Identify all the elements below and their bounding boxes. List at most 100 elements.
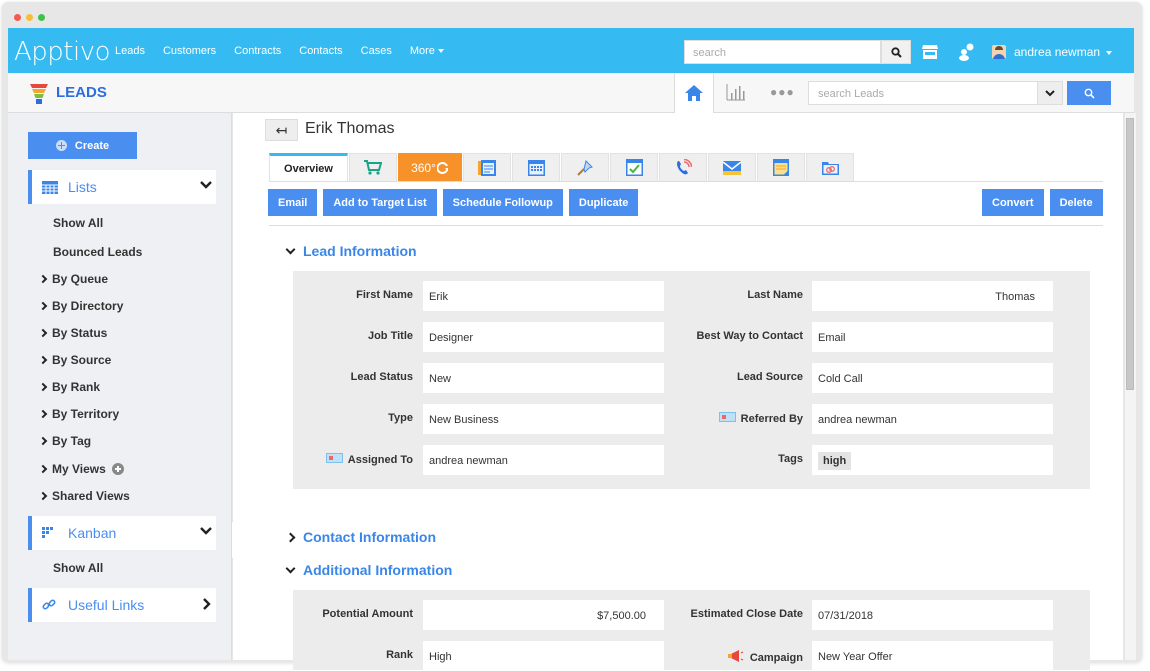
apptivo-logo[interactable]: Apptivo: [14, 37, 111, 67]
chevron-right-icon: [285, 532, 296, 542]
back-button[interactable]: ↤: [265, 119, 298, 141]
schedule-followup-button[interactable]: Schedule Followup: [442, 189, 563, 216]
notes-icon: [478, 159, 496, 176]
home-icon: [685, 85, 703, 101]
app-title: LEADS: [56, 84, 107, 101]
minimize-window-button[interactable]: [26, 14, 33, 21]
tab-notes[interactable]: [463, 153, 511, 181]
sidebar-group-by-status[interactable]: By Status: [38, 326, 108, 340]
nav-contracts[interactable]: Contracts: [234, 45, 281, 57]
add-view-icon[interactable]: [111, 463, 124, 475]
create-label: Create: [74, 139, 110, 152]
field-label: Campaign: [749, 652, 803, 664]
field-value[interactable]: andrea newman: [812, 404, 1053, 434]
sidebar-section-useful-links[interactable]: Useful Links: [28, 588, 216, 622]
convert-button[interactable]: Convert: [982, 189, 1044, 216]
nav-contacts[interactable]: Contacts: [299, 45, 342, 57]
sidebar-group-by-source[interactable]: By Source: [38, 353, 111, 367]
nav-more[interactable]: More: [410, 45, 444, 57]
kanban-label: Kanban: [68, 525, 117, 541]
field-value[interactable]: High: [423, 641, 664, 671]
tab-cart[interactable]: [349, 153, 397, 181]
tab-calls[interactable]: [659, 153, 707, 181]
sidebar-group-by-queue[interactable]: By Queue: [38, 272, 108, 286]
calendar-icon: [527, 159, 545, 176]
search-filter-dropdown[interactable]: [1037, 81, 1063, 105]
sidebar-section-lists[interactable]: Lists: [28, 170, 216, 204]
maximize-window-button[interactable]: [38, 14, 45, 21]
sidebar-item-bounced-leads[interactable]: Bounced Leads: [53, 245, 142, 259]
create-button[interactable]: Create: [28, 132, 137, 159]
delete-button[interactable]: Delete: [1049, 189, 1103, 216]
sidebar-item-kanban-show-all[interactable]: Show All: [53, 561, 103, 575]
field-value[interactable]: Email: [812, 322, 1053, 352]
section-lead-information[interactable]: Lead Information: [285, 243, 417, 259]
tab-tasks[interactable]: [610, 153, 658, 181]
pin-icon: [577, 159, 593, 176]
duplicate-button[interactable]: Duplicate: [568, 189, 639, 216]
field-value[interactable]: New Year Offer: [812, 641, 1053, 671]
field-label-wrap: Assigned To: [293, 453, 413, 466]
nav-cases[interactable]: Cases: [361, 45, 392, 57]
field-label: Last Name: [747, 289, 803, 301]
global-search-button[interactable]: [881, 40, 911, 64]
section-additional-information[interactable]: Additional Information: [285, 562, 452, 578]
field-value[interactable]: Erik: [423, 281, 664, 311]
chevron-right-icon: [38, 382, 48, 392]
tag-badge[interactable]: high: [818, 452, 852, 470]
more-dots-icon[interactable]: ●●●: [770, 85, 795, 99]
email-button[interactable]: Email: [268, 189, 318, 216]
sidebar-group-shared-views[interactable]: Shared Views: [38, 489, 130, 503]
field-value[interactable]: andrea newman: [423, 445, 664, 475]
sidebar-group-by-directory[interactable]: By Directory: [38, 299, 123, 313]
tab-sticky-notes[interactable]: [757, 153, 805, 181]
field-label: Tags: [778, 453, 803, 465]
leads-search-button[interactable]: [1067, 81, 1111, 105]
leads-search-input[interactable]: search Leads: [808, 81, 1038, 105]
field-value[interactable]: Thomas: [812, 281, 1053, 311]
user-menu[interactable]: andrea newman: [1014, 45, 1113, 59]
sidebar-group-by-tag[interactable]: By Tag: [38, 434, 91, 448]
chevron-down-icon: [285, 563, 296, 573]
contact-card-icon[interactable]: [718, 412, 736, 422]
people-icon[interactable]: [958, 43, 974, 61]
nav-leads[interactable]: Leads: [115, 45, 145, 57]
tab-emails[interactable]: [708, 153, 756, 181]
sidebar-group-by-rank[interactable]: By Rank: [38, 380, 100, 394]
chevron-right-icon: [38, 491, 48, 501]
close-window-button[interactable]: [14, 14, 21, 21]
bar-chart-icon[interactable]: [726, 83, 746, 101]
field-value-wrap[interactable]: high: [812, 445, 1053, 475]
tab-attachments[interactable]: [806, 153, 854, 181]
store-icon[interactable]: [922, 45, 938, 59]
nav-more-label: More: [409, 45, 435, 57]
field-value[interactable]: $7,500.00: [423, 600, 664, 630]
nav-customers[interactable]: Customers: [163, 45, 216, 57]
tab-overview[interactable]: Overview: [269, 153, 348, 181]
scrollbar-thumb[interactable]: [1126, 118, 1134, 390]
group-label: By Status: [52, 326, 108, 340]
field-value[interactable]: Cold Call: [812, 363, 1053, 393]
field-value[interactable]: New: [423, 363, 664, 393]
contact-card-icon[interactable]: [325, 453, 343, 463]
call-icon: [676, 159, 692, 175]
global-search-input[interactable]: search: [684, 40, 881, 64]
home-view-button[interactable]: [674, 73, 714, 113]
chevron-right-icon: [38, 409, 48, 419]
funnel-icon: [30, 84, 48, 104]
add-to-target-list-button[interactable]: Add to Target List: [323, 189, 437, 216]
user-avatar[interactable]: [992, 45, 1006, 59]
tab-pin[interactable]: [561, 153, 609, 181]
field-value[interactable]: New Business: [423, 404, 664, 434]
refresh-icon: [436, 161, 448, 174]
field-value[interactable]: Designer: [423, 322, 664, 352]
tab-calendar[interactable]: [512, 153, 560, 181]
field-value[interactable]: 07/31/2018: [812, 600, 1053, 630]
field-label: Best Way to Contact: [696, 330, 803, 342]
sidebar-group-my-views[interactable]: My Views: [38, 462, 124, 476]
tab-360[interactable]: 360°: [398, 153, 462, 181]
section-contact-information[interactable]: Contact Information: [285, 529, 436, 545]
sidebar-section-kanban[interactable]: Kanban: [28, 516, 216, 550]
sidebar-item-show-all[interactable]: Show All: [53, 216, 103, 230]
sidebar-group-by-territory[interactable]: By Territory: [38, 407, 119, 421]
